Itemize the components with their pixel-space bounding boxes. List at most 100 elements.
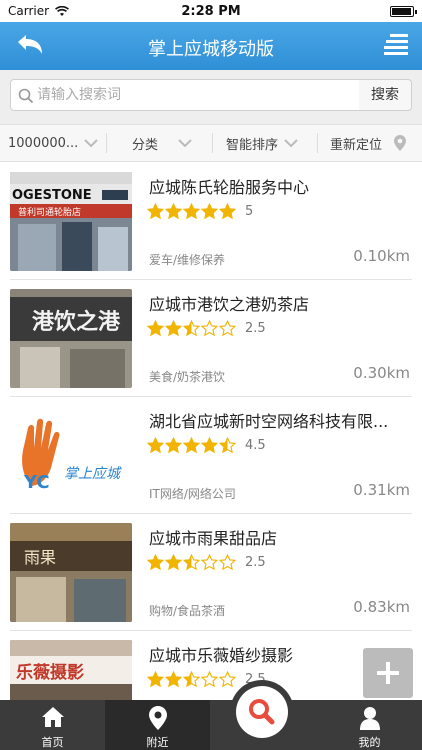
chevron-down-icon — [284, 139, 298, 147]
search-button[interactable]: 搜索 — [359, 79, 412, 111]
relocate-button[interactable]: 重新定位 — [330, 125, 407, 161]
search-icon — [18, 88, 34, 104]
star-full-icon — [165, 320, 182, 337]
divider — [212, 133, 213, 153]
filter-sort[interactable]: 智能排序 — [226, 125, 298, 161]
star-rating: 4.5 — [147, 437, 266, 454]
list-item[interactable]: 乐薇摄影 应城市乐薇婚纱摄影 2.5 — [10, 631, 412, 700]
star-full-icon — [147, 320, 164, 337]
list-item[interactable]: 港饮之港 应城市港饮之港奶茶店 2.5 美食/奶茶港饮 0.30km — [10, 280, 412, 397]
center-search-button[interactable] — [230, 680, 294, 744]
app-screen: Carrier 2:28 PM 掌上应城移动版 请输入搜索词 搜索 100000… — [0, 0, 422, 750]
chevron-down-icon — [84, 139, 99, 147]
filter-distance-label: 1000000... — [8, 135, 79, 151]
filter-distance[interactable]: 1000000... — [8, 125, 99, 161]
tab-profile[interactable]: 我的 — [317, 700, 422, 750]
listing-name: 应城陈氏轮胎服务中心 — [149, 178, 310, 197]
star-full-icon — [147, 554, 164, 571]
listing-thumbnail: 雨果 — [10, 523, 132, 622]
tab-home[interactable]: 首页 — [0, 700, 105, 750]
star-rating: 2.5 — [147, 554, 266, 571]
filter-category-label: 分类 — [132, 137, 159, 153]
search-icon — [249, 699, 275, 725]
svg-text:港饮之港: 港饮之港 — [32, 309, 121, 335]
star-full-icon — [183, 437, 200, 454]
star-full-icon — [219, 203, 236, 220]
rating-value: 2.5 — [245, 555, 266, 570]
listing-distance: 0.31km — [353, 481, 410, 499]
divider — [106, 133, 107, 153]
location-pin-icon — [394, 135, 407, 151]
battery-icon — [390, 6, 417, 17]
rating-value: 5 — [245, 204, 254, 219]
filter-sort-label: 智能排序 — [226, 137, 279, 153]
svg-text:OGESTONE: OGESTONE — [12, 188, 92, 203]
svg-text:普利司通轮胎店: 普利司通轮胎店 — [18, 206, 81, 218]
listing-name: 应城市雨果甜品店 — [149, 529, 278, 548]
rating-value: 2.5 — [245, 321, 266, 336]
listing-category: IT网络/网络公司 — [149, 487, 236, 501]
menu-button[interactable] — [382, 34, 408, 58]
star-full-icon — [165, 203, 182, 220]
star-full-icon — [183, 203, 200, 220]
listing-category: 美食/奶茶港饮 — [149, 370, 226, 384]
star-empty-icon — [219, 320, 236, 337]
list-item[interactable]: OGESTONE 普利司通轮胎店 应城陈氏轮胎服务中心 5 爱车/维修保养 0.… — [10, 163, 412, 280]
star-half-icon — [183, 320, 200, 337]
star-full-icon — [165, 554, 182, 571]
add-button[interactable] — [363, 648, 413, 698]
star-full-icon — [165, 437, 182, 454]
status-time: 2:28 PM — [181, 4, 241, 19]
status-bar: Carrier 2:28 PM — [0, 0, 422, 22]
svg-text:雨果: 雨果 — [24, 548, 56, 567]
list-item[interactable]: 雨果 应城市雨果甜品店 2.5 购物/食品茶酒 0.83km — [10, 514, 412, 631]
listing-thumbnail: 港饮之港 — [10, 289, 132, 388]
tab-nearby[interactable]: 附近 — [105, 700, 210, 750]
star-empty-icon — [219, 554, 236, 571]
search-box — [10, 79, 360, 111]
listing-thumbnail: 乐薇摄影 — [10, 640, 132, 700]
star-empty-icon — [201, 554, 218, 571]
location-pin-icon — [148, 706, 167, 730]
filter-category[interactable]: 分类 — [132, 125, 192, 161]
star-full-icon — [147, 671, 164, 688]
listing-list: OGESTONE 普利司通轮胎店 应城陈氏轮胎服务中心 5 爱车/维修保养 0.… — [0, 163, 422, 700]
nav-bar: 掌上应城移动版 — [0, 22, 422, 70]
star-full-icon — [165, 671, 182, 688]
chevron-down-icon — [178, 139, 192, 147]
star-rating: 2.5 — [147, 320, 266, 337]
list-item[interactable]: YC 掌上应城 湖北省应城新时空网络科技有限... 4.5 IT网络/网络公司 … — [10, 397, 412, 514]
filter-bar: 1000000... 分类 智能排序 重新定位 — [0, 124, 422, 162]
divider — [317, 133, 318, 153]
tab-nearby-label: 附近 — [146, 736, 169, 749]
home-icon — [41, 707, 64, 727]
listing-category: 购物/食品茶酒 — [149, 604, 226, 618]
star-empty-icon — [201, 320, 218, 337]
star-full-icon — [147, 203, 164, 220]
star-full-icon — [201, 203, 218, 220]
tab-profile-label: 我的 — [358, 736, 381, 749]
star-empty-icon — [201, 671, 218, 688]
listing-distance: 0.83km — [353, 598, 410, 616]
listing-thumbnail: OGESTONE 普利司通轮胎店 — [10, 172, 132, 271]
tab-bar: 首页 附近 我的 — [0, 700, 422, 750]
center-search-inner — [236, 686, 288, 738]
tab-home-label: 首页 — [41, 736, 64, 749]
relocate-label: 重新定位 — [330, 137, 383, 153]
listing-distance: 0.30km — [353, 364, 410, 382]
star-half-icon — [183, 671, 200, 688]
user-icon — [359, 707, 380, 730]
listing-thumbnail: YC 掌上应城 — [10, 406, 132, 505]
star-half-icon — [183, 554, 200, 571]
listing-name: 应城市港饮之港奶茶店 — [149, 295, 310, 314]
star-empty-icon — [219, 671, 236, 688]
rating-value: 4.5 — [245, 438, 266, 453]
search-input[interactable] — [37, 80, 355, 110]
listing-name: 湖北省应城新时空网络科技有限... — [149, 412, 389, 431]
listing-category: 爱车/维修保养 — [149, 253, 226, 267]
page-title: 掌上应城移动版 — [148, 39, 274, 60]
star-full-icon — [147, 437, 164, 454]
svg-text:掌上应城: 掌上应城 — [64, 466, 122, 482]
svg-text:YC: YC — [23, 472, 50, 493]
listing-distance: 0.10km — [353, 247, 410, 265]
